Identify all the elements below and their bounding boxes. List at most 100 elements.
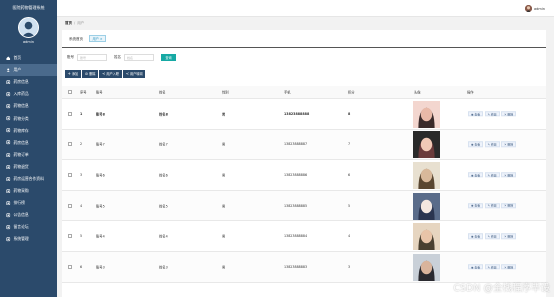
delete-icon: ✕	[504, 264, 507, 269]
row-checkbox[interactable]	[68, 172, 72, 177]
edit-button[interactable]: ✎ 修改	[484, 233, 500, 239]
user-icon	[6, 68, 11, 73]
category-icon	[6, 116, 11, 121]
sidebar-item-16[interactable]: 系统管理	[0, 233, 57, 245]
action-button-2[interactable]: ⊘ 删除	[82, 70, 98, 78]
transfer-icon: ≺	[125, 70, 129, 76]
edit-button[interactable]: ✎ 修改	[484, 264, 500, 270]
cell-points: 5	[348, 203, 351, 208]
account-label: 账号	[67, 54, 74, 59]
sidebar-item-5[interactable]: 药物信息	[0, 100, 57, 112]
view-button[interactable]: ◉ 查看	[468, 202, 484, 209]
row-action-label: 修改	[490, 172, 497, 177]
view-button[interactable]: ◉ 查看	[468, 141, 484, 148]
view-icon: ◉	[471, 264, 474, 269]
action-toolbar: + 添加 ⊘ 删除 ≺ 用户入职 ≺ 用户转岗	[65, 70, 146, 78]
sidebar-item-2[interactable]: 用户	[0, 64, 57, 77]
delete-button[interactable]: ✕ 删除	[501, 233, 517, 239]
row-action-label: 删除	[507, 111, 514, 116]
cell-phone: 13823888887	[284, 142, 308, 147]
row-actions: ◉ 查看 ✎ 修改 ✕ 删除	[468, 172, 517, 178]
view-button[interactable]: ◉ 查看	[468, 111, 484, 117]
row-checkbox[interactable]	[68, 234, 72, 239]
topbar-username[interactable]: admin	[534, 7, 545, 11]
cell-no: 2	[80, 142, 83, 147]
cell-account: 账号5	[96, 204, 105, 209]
sidebar-item-6[interactable]: 药物分类	[0, 112, 57, 124]
delete-button[interactable]: ✕ 删除	[501, 141, 517, 148]
sidebar-item-10[interactable]: 药物退货	[0, 161, 57, 173]
edit-button[interactable]: ✎ 修改	[484, 202, 500, 209]
drug-info-icon	[6, 104, 11, 109]
sidebar-item-13[interactable]: 排行榜	[0, 197, 57, 209]
delete-button[interactable]: ✕ 删除	[501, 202, 517, 209]
table-header: 序号 账号 姓名 性别 手机 积分 头像 操作	[62, 86, 546, 99]
sidebar-item-label: 系统管理	[13, 236, 29, 242]
sidebar-item-4[interactable]: 入库药品	[0, 88, 57, 100]
cell-account: 账号4	[96, 234, 105, 239]
row-checkbox[interactable]	[68, 264, 72, 269]
edit-icon: ✎	[487, 142, 491, 147]
action-button-1[interactable]: + 添加	[65, 70, 81, 78]
row-checkbox[interactable]	[68, 111, 72, 116]
breadcrumb-home[interactable]: 首页	[65, 21, 72, 25]
delete-button[interactable]: ✕ 删除	[501, 264, 517, 270]
edit-button[interactable]: ✎ 修改	[484, 111, 500, 117]
row-checkbox[interactable]	[68, 203, 72, 208]
tab-users[interactable]: 用户 ×	[89, 35, 107, 42]
tab-home[interactable]: 系统首页	[69, 37, 83, 42]
breadcrumb-current: 用户	[77, 21, 85, 25]
row-action-label: 修改	[490, 234, 497, 239]
row-actions: ◉ 查看 ✎ 修改 ✕ 删除	[468, 141, 517, 148]
sidebar-item-14[interactable]: 公告信息	[0, 209, 57, 221]
view-button[interactable]: ◉ 查看	[468, 233, 484, 239]
sidebar-item-1[interactable]: 首页	[0, 52, 57, 64]
view-button[interactable]: ◉ 查看	[468, 172, 484, 178]
sidebar-item-label: 药物分类	[13, 115, 29, 121]
cell-no: 4	[80, 203, 83, 208]
name-input[interactable]: 姓名	[124, 53, 154, 61]
cell-phone: 13823888883	[284, 264, 308, 269]
row-checkbox[interactable]	[68, 142, 72, 147]
row-action-label: 查看	[474, 111, 481, 116]
sidebar-item-15[interactable]: 留言论坛	[0, 221, 57, 233]
row-actions: ◉ 查看 ✎ 修改 ✕ 删除	[468, 111, 517, 117]
cell-name: 姓名7	[159, 142, 168, 147]
column-header: 头像	[414, 90, 421, 95]
sidebar-item-label: 药房运营合作资料	[13, 175, 44, 181]
sidebar-item-label: 药物订单	[13, 151, 29, 157]
delete-button[interactable]: ✕ 删除	[501, 172, 517, 178]
delete-button[interactable]: ✕ 删除	[501, 111, 517, 117]
row-action-label: 修改	[490, 203, 497, 208]
cell-no: 5	[80, 234, 83, 239]
account-input[interactable]: 账号	[77, 53, 107, 61]
cell-account: 账号8	[96, 112, 105, 117]
action-button-3[interactable]: ≺ 用户入职	[99, 70, 122, 78]
cell-phone: 13823888885	[284, 203, 308, 208]
sidebar-item-3[interactable]: 药房信息	[0, 76, 57, 88]
row-actions: ◉ 查看 ✎ 修改 ✕ 删除	[468, 264, 517, 270]
ranking-icon	[6, 201, 11, 206]
view-button[interactable]: ◉ 查看	[468, 264, 484, 270]
view-icon: ◉	[471, 172, 474, 177]
sidebar-item-9[interactable]: 药物订单	[0, 149, 57, 161]
row-action-label: 删除	[507, 142, 514, 147]
sidebar-item-8[interactable]: 药房信息	[0, 137, 57, 149]
search-button[interactable]: 查询	[161, 53, 176, 61]
row-action-label: 修改	[490, 264, 497, 269]
topbar-avatar[interactable]	[525, 5, 532, 12]
cell-name: 姓名5	[159, 204, 168, 209]
table-row: 2 账号7 姓名7 男 13823888887 7 ◉ 查看 ✎ 修改 ✕ 删除	[62, 129, 546, 161]
select-all-checkbox[interactable]	[68, 90, 72, 94]
edit-button[interactable]: ✎ 修改	[484, 172, 500, 178]
close-icon[interactable]: ×	[100, 36, 103, 42]
sidebar-item-7[interactable]: 药物库存	[0, 125, 57, 137]
edit-button[interactable]: ✎ 修改	[484, 141, 500, 148]
sidebar-item-11[interactable]: 药房运营合作资料	[0, 173, 57, 185]
sidebar-item-12[interactable]: 药物采购	[0, 185, 57, 197]
action-button-4[interactable]: ≺ 用户转岗	[123, 70, 146, 78]
action-button-label: 删除	[89, 72, 96, 77]
home-icon	[6, 56, 11, 61]
column-header: 性别	[222, 90, 229, 95]
row-action-label: 删除	[507, 264, 514, 269]
